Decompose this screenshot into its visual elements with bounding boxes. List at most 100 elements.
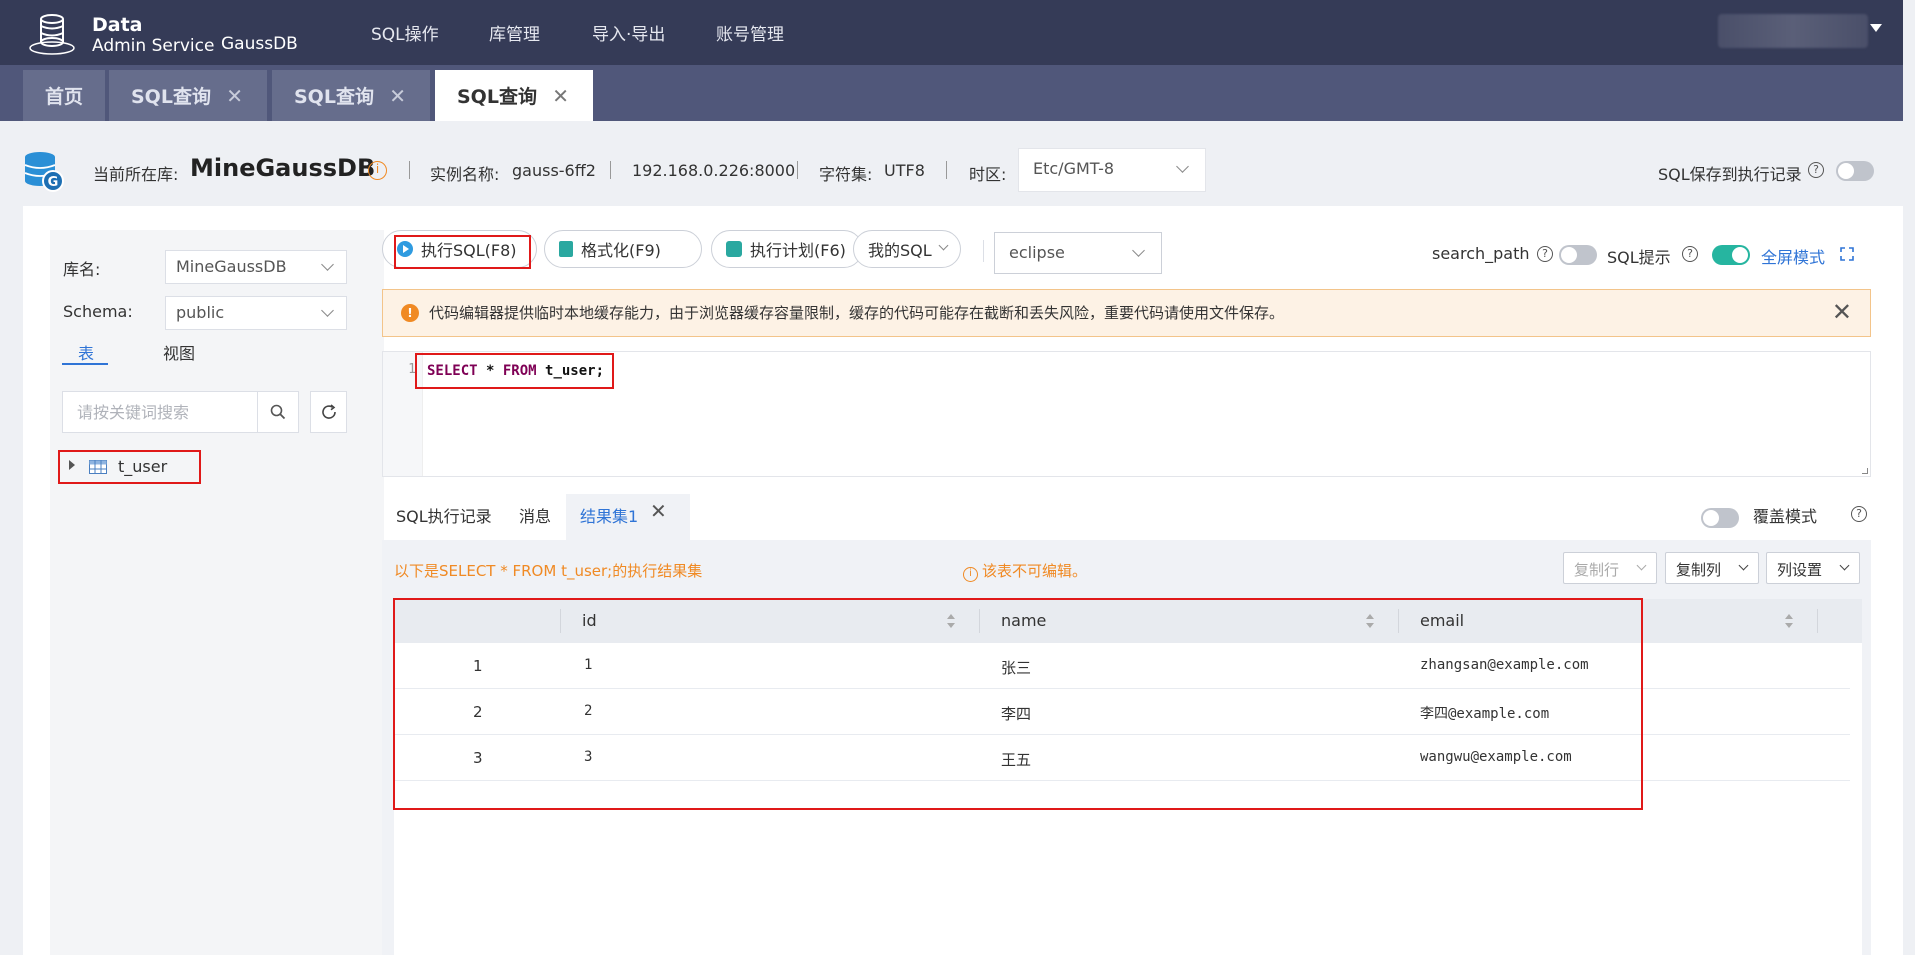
brand-line1: Data [92, 14, 143, 36]
table-tree-item[interactable]: t_user [58, 450, 201, 484]
tab-sql-query-2[interactable]: SQL查询 ✕ [272, 70, 430, 121]
object-sidebar: 库名: MineGaussDB Schema: public 表 视图 请按关键… [50, 230, 384, 955]
warning-text: 该表不可编辑。 [982, 562, 1088, 580]
expand-arrow-icon[interactable] [69, 460, 75, 470]
keyword-from: FROM [502, 363, 537, 379]
table-search-box [62, 391, 258, 433]
chevron-down-icon [1132, 244, 1145, 257]
save-sql-toggle[interactable] [1836, 161, 1874, 181]
result-panel: 以下是SELECT * FROM t_user;的执行结果集 i 该表不可编辑。 … [382, 540, 1871, 955]
fullscreen-link[interactable]: 全屏模式 [1761, 244, 1825, 268]
code-rest: t_user; [536, 363, 605, 379]
my-sql-dropdown[interactable]: 我的SQL [853, 230, 961, 268]
chevron-down-icon [321, 258, 334, 271]
theme-value: eclipse [1009, 243, 1065, 262]
explain-plan-button[interactable]: 执行计划(F6) [711, 230, 863, 268]
db-info-bar: G 当前所在库: MineGaussDB i 实例名称: gauss-6ff2 … [0, 121, 1903, 206]
chevron-down-icon [1839, 560, 1850, 571]
instance-label: 实例名称: [430, 165, 500, 184]
format-icon [559, 241, 573, 257]
page-tabs-bar: 首页 SQL查询 ✕ SQL查询 ✕ SQL查询 ✕ [0, 65, 1903, 121]
db-select[interactable]: MineGaussDB [165, 250, 347, 284]
close-icon[interactable]: ✕ [226, 84, 243, 108]
copy-row-button[interactable]: 复制行 [1563, 552, 1657, 584]
search-path-label: search_path [1432, 244, 1530, 263]
tab-result-set-1[interactable]: 结果集1 ✕ [566, 494, 690, 540]
tab-home[interactable]: 首页 [23, 70, 105, 121]
svg-text:G: G [48, 175, 59, 190]
timezone-select[interactable]: Etc/GMT-8 [1018, 148, 1206, 192]
sql-editor[interactable]: 1 SELECT * FROM t_user; [382, 351, 1871, 477]
fullscreen-icon[interactable] [1840, 247, 1854, 261]
nav-import-export[interactable]: 导入·导出 [592, 20, 665, 45]
sort-icon[interactable] [1785, 614, 1793, 630]
timezone-label: 时区: [969, 165, 1007, 184]
format-button[interactable]: 格式化(F9) [544, 230, 702, 268]
help-icon[interactable]: ? [1682, 246, 1698, 262]
tab-messages[interactable]: 消息 [519, 503, 551, 527]
highlight-box [393, 598, 1643, 810]
current-db-name: MineGaussDB [190, 154, 376, 182]
tab-sql-query-3[interactable]: SQL查询 ✕ [435, 70, 593, 121]
copy-column-label: 复制列 [1676, 561, 1722, 579]
db-select-value: MineGaussDB [176, 257, 287, 276]
charset-value: UTF8 [884, 161, 925, 180]
tab-label: SQL查询 [457, 86, 537, 108]
current-db-label: 当前所在库: [93, 165, 179, 184]
refresh-icon [322, 404, 336, 419]
divider [946, 161, 947, 179]
nav-sql-ops[interactable]: SQL操作 [371, 20, 439, 45]
divider [983, 240, 984, 262]
tab-sql-history[interactable]: SQL执行记录 [396, 503, 492, 527]
sql-hint-toggle[interactable] [1712, 245, 1750, 265]
refresh-button[interactable] [310, 391, 347, 433]
highlight-box [394, 235, 531, 269]
sql-code-line[interactable]: SELECT * FROM t_user; [415, 353, 615, 389]
search-icon [270, 404, 286, 420]
close-icon[interactable]: ✕ [1832, 298, 1852, 326]
user-account-menu[interactable] [1718, 14, 1868, 48]
column-settings-button[interactable]: 列设置 [1766, 552, 1860, 584]
tab-tables[interactable]: 表 [78, 340, 94, 364]
nav-db-management[interactable]: 库管理 [489, 20, 540, 45]
help-icon[interactable]: ? [1851, 506, 1867, 522]
result-grid: id name email 1 1 张三 zhangsan@example.co… [393, 598, 1862, 955]
close-icon[interactable]: ✕ [389, 84, 406, 108]
search-button[interactable] [258, 391, 299, 433]
save-sql-label: SQL保存到执行记录 [1658, 165, 1802, 184]
cache-warning-banner: ! 代码编辑器提供临时本地缓存能力，由于浏览器缓存容量限制，缓存的代码可能存在截… [382, 289, 1871, 337]
schema-label: Schema: [63, 302, 133, 321]
table-name: t_user [118, 457, 168, 476]
my-sql-label: 我的SQL [868, 241, 932, 260]
brand-line2: Admin Service [92, 36, 215, 56]
editor-theme-select[interactable]: eclipse [994, 232, 1162, 274]
help-icon[interactable]: ? [1808, 162, 1824, 178]
not-editable-warning: i 该表不可编辑。 [963, 560, 1087, 582]
plan-label: 执行计划(F6) [750, 241, 846, 260]
timezone-value: Etc/GMT-8 [1033, 159, 1115, 178]
database-logo-icon [29, 14, 75, 55]
search-path-toggle[interactable] [1559, 245, 1597, 265]
table-search-input[interactable] [63, 392, 253, 432]
result-tab-label: 结果集1 [580, 507, 639, 526]
schema-select[interactable]: public [165, 296, 347, 330]
close-icon[interactable]: ✕ [650, 499, 667, 523]
format-label: 格式化(F9) [581, 241, 661, 260]
table-icon [89, 460, 107, 474]
schema-select-value: public [176, 303, 225, 322]
help-icon[interactable]: ? [1537, 246, 1553, 262]
tab-views[interactable]: 视图 [163, 340, 195, 364]
keyword-select: SELECT [427, 363, 478, 379]
info-warning-icon[interactable]: i [368, 161, 387, 180]
caret-down-icon[interactable] [1870, 24, 1882, 32]
close-icon[interactable]: ✕ [552, 84, 569, 108]
tab-sql-query-1[interactable]: SQL查询 ✕ [109, 70, 267, 121]
charset-label: 字符集: [819, 165, 873, 184]
result-title: 以下是SELECT * FROM t_user;的执行结果集 [394, 562, 703, 580]
resize-handle-icon[interactable] [1862, 468, 1868, 474]
column-settings-label: 列设置 [1777, 561, 1823, 579]
copy-column-button[interactable]: 复制列 [1665, 552, 1759, 584]
warning-icon: ! [401, 304, 419, 322]
nav-account-management[interactable]: 账号管理 [716, 20, 784, 45]
overwrite-mode-toggle[interactable] [1701, 508, 1739, 528]
